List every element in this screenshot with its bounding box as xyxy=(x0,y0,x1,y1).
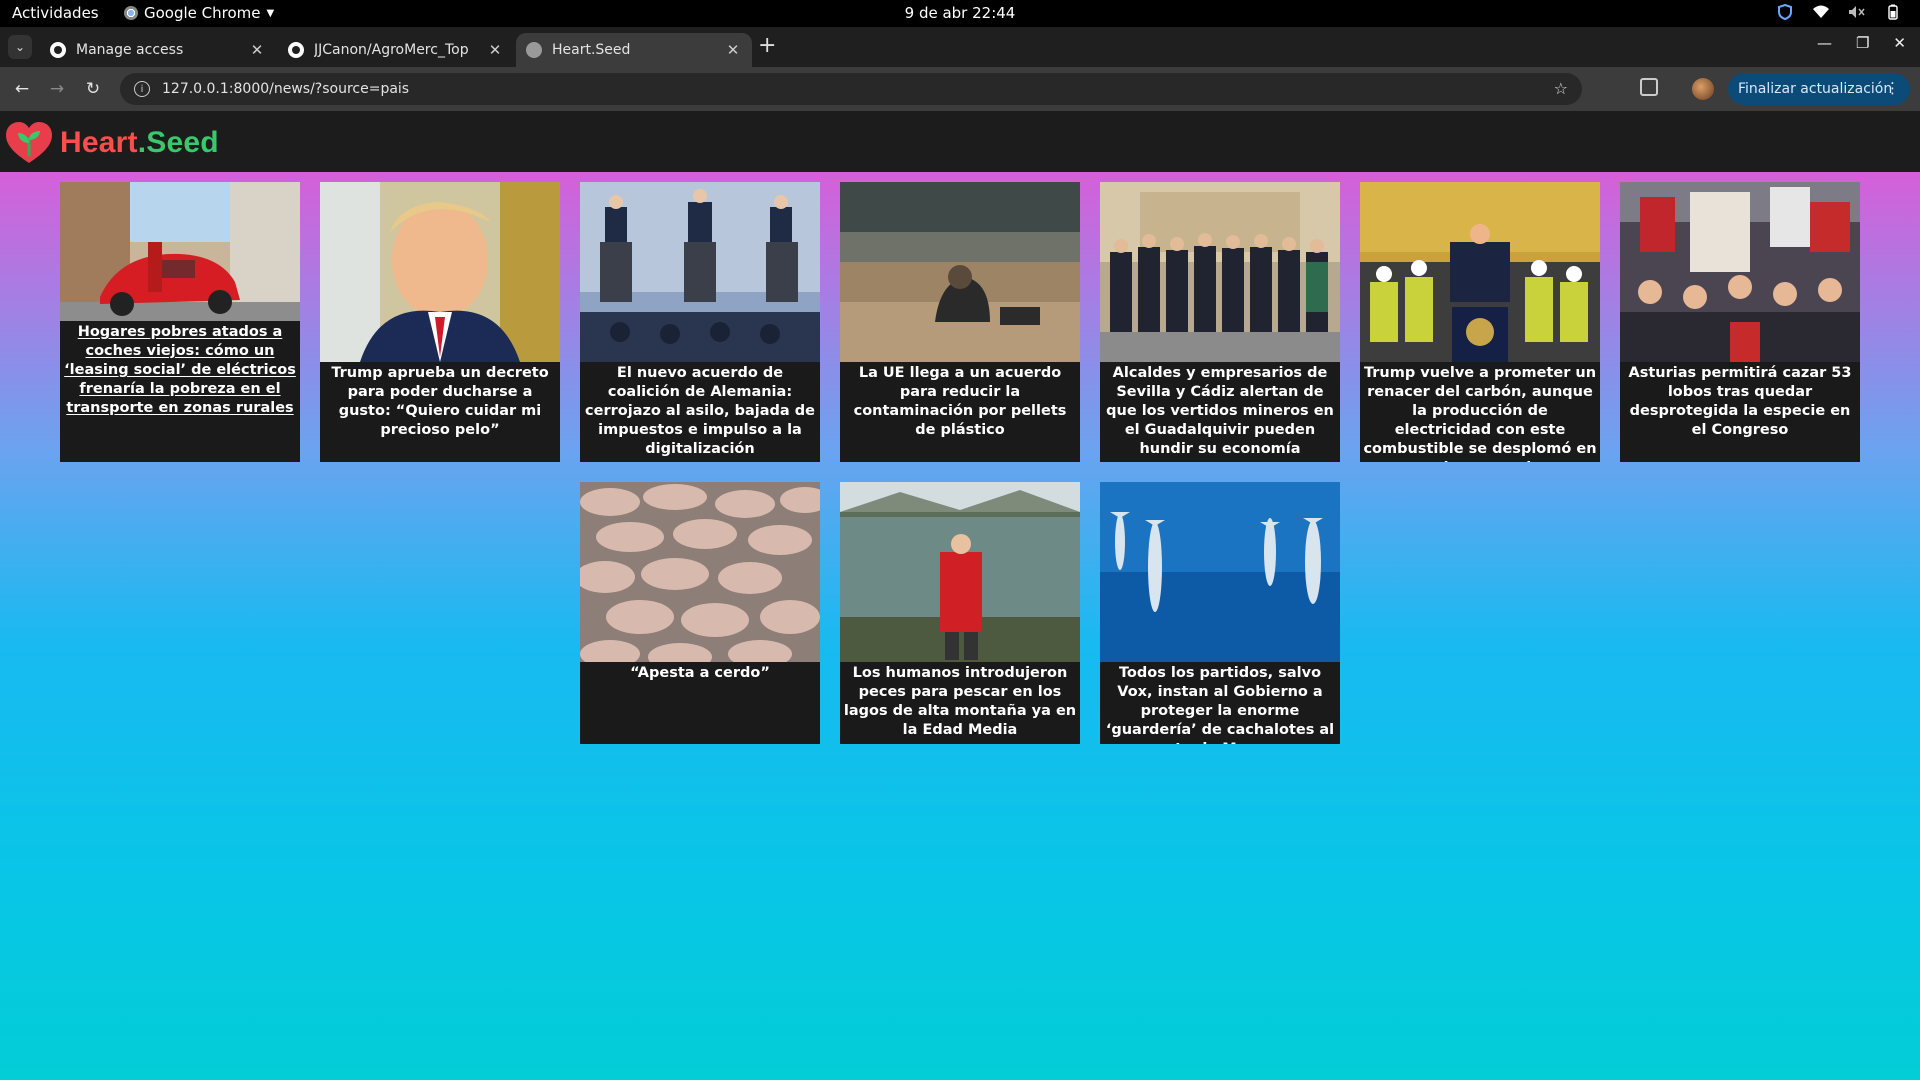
news-card[interactable]: Asturias permitirá cazar 53 lobos tras q… xyxy=(1620,182,1860,462)
tab-search-button[interactable]: ⌄ xyxy=(8,35,32,59)
news-thumbnail xyxy=(580,482,820,662)
site-logo[interactable]: Heart.Seed xyxy=(4,121,219,165)
site-name: Heart.Seed xyxy=(60,126,219,159)
maximize-icon[interactable]: ❐ xyxy=(1856,34,1869,52)
news-card[interactable]: Todos los partidos, salvo Vox, instan al… xyxy=(1100,482,1340,744)
news-thumbnail xyxy=(1620,182,1860,362)
globe-icon xyxy=(526,42,542,58)
news-card[interactable]: El nuevo acuerdo de coalición de Alemani… xyxy=(580,182,820,462)
news-title[interactable]: Trump vuelve a prometer un renacer del c… xyxy=(1360,364,1600,462)
update-button-label: Finalizar actualización xyxy=(1738,81,1893,97)
news-card[interactable]: Los humanos introdujeron peces para pesc… xyxy=(840,482,1080,744)
tab-title: Manage access xyxy=(76,42,184,58)
close-icon[interactable]: ✕ xyxy=(248,41,266,59)
news-title[interactable]: Alcaldes y empresarios de Sevilla y Cádi… xyxy=(1100,364,1340,459)
site-header: Heart.Seed xyxy=(0,111,1920,172)
back-arrow-icon[interactable]: ← xyxy=(10,77,34,101)
site-info-icon[interactable]: i xyxy=(134,81,150,97)
battery-icon[interactable] xyxy=(1884,3,1902,21)
tab-title: Heart.Seed xyxy=(552,42,631,58)
new-tab-button[interactable]: + xyxy=(758,33,776,58)
news-title[interactable]: Hogares pobres atados a coches viejos: c… xyxy=(60,321,300,418)
news-thumbnail xyxy=(1100,482,1340,662)
profile-avatar[interactable] xyxy=(1692,78,1714,100)
forward-arrow-icon[interactable]: → xyxy=(45,77,69,101)
news-thumbnail xyxy=(1100,182,1340,362)
shield-icon[interactable] xyxy=(1776,3,1794,21)
news-card[interactable]: “Apesta a cerdo” xyxy=(580,482,820,744)
tab-agromerc[interactable]: JJCanon/AgroMerc_Top ✕ xyxy=(278,33,514,67)
close-window-icon[interactable]: ✕ xyxy=(1893,34,1906,52)
news-title[interactable]: Los humanos introdujeron peces para pesc… xyxy=(840,664,1080,740)
browser-toolbar: ← → ↻ i 127.0.0.1:8000/news/?source=pais… xyxy=(0,67,1920,111)
news-title[interactable]: La UE llega a un acuerdo para reducir la… xyxy=(840,364,1080,440)
github-icon xyxy=(288,42,304,58)
heart-sprout-icon xyxy=(4,121,54,165)
news-card[interactable]: Trump aprueba un decreto para poder duch… xyxy=(320,182,560,462)
extensions-icon[interactable] xyxy=(1640,78,1658,96)
news-thumbnail xyxy=(580,182,820,362)
news-card[interactable]: Trump vuelve a prometer un renacer del c… xyxy=(1360,182,1600,462)
news-title[interactable]: Todos los partidos, salvo Vox, instan al… xyxy=(1100,664,1340,744)
page-viewport: Heart.Seed Hogares pobres atados a coche… xyxy=(0,111,1920,1080)
news-title[interactable]: “Apesta a cerdo” xyxy=(580,664,820,683)
system-tray[interactable] xyxy=(1776,3,1902,21)
address-bar[interactable]: i 127.0.0.1:8000/news/?source=pais ☆ xyxy=(120,73,1582,105)
news-title[interactable]: Asturias permitirá cazar 53 lobos tras q… xyxy=(1620,364,1860,440)
close-icon[interactable]: ✕ xyxy=(486,41,504,59)
clock[interactable]: 9 de abr 22:44 xyxy=(0,4,1920,22)
close-icon[interactable]: ✕ xyxy=(724,41,742,59)
bookmark-star-icon[interactable]: ☆ xyxy=(1554,79,1568,98)
news-card[interactable]: La UE llega a un acuerdo para reducir la… xyxy=(840,182,1080,462)
news-title[interactable]: Trump aprueba un decreto para poder duch… xyxy=(320,364,560,440)
news-card[interactable]: Hogares pobres atados a coches viejos: c… xyxy=(60,182,300,462)
github-icon xyxy=(50,42,66,58)
news-row: “Apesta a cerdo” Los humanos introdujero… xyxy=(0,482,1920,744)
more-vert-icon[interactable]: ⋮ xyxy=(1885,79,1900,97)
url-text[interactable]: 127.0.0.1:8000/news/?source=pais xyxy=(162,81,409,97)
tab-strip: ⌄ Manage access ✕ JJCanon/AgroMerc_Top ✕… xyxy=(0,27,1920,67)
window-controls: — ❐ ✕ xyxy=(1817,34,1906,52)
wifi-icon[interactable] xyxy=(1812,3,1830,21)
minimize-icon[interactable]: — xyxy=(1817,34,1832,52)
finish-update-button[interactable]: Finalizar actualización ⋮ xyxy=(1728,73,1910,105)
news-thumbnail xyxy=(320,182,560,362)
tab-heart-seed[interactable]: Heart.Seed ✕ xyxy=(516,33,752,67)
news-thumbnail xyxy=(840,182,1080,362)
system-top-bar: Actividades Google Chrome ▼ 9 de abr 22:… xyxy=(0,0,1920,27)
news-title[interactable]: El nuevo acuerdo de coalición de Alemani… xyxy=(580,364,820,459)
volume-muted-icon[interactable] xyxy=(1848,3,1866,21)
tab-manage-access[interactable]: Manage access ✕ xyxy=(40,33,276,67)
news-row: Hogares pobres atados a coches viejos: c… xyxy=(0,182,1920,462)
tab-title: JJCanon/AgroMerc_Top xyxy=(314,42,469,58)
reload-icon[interactable]: ↻ xyxy=(81,77,105,101)
news-card[interactable]: Alcaldes y empresarios de Sevilla y Cádi… xyxy=(1100,182,1340,462)
news-thumbnail xyxy=(1360,182,1600,362)
news-thumbnail xyxy=(840,482,1080,662)
